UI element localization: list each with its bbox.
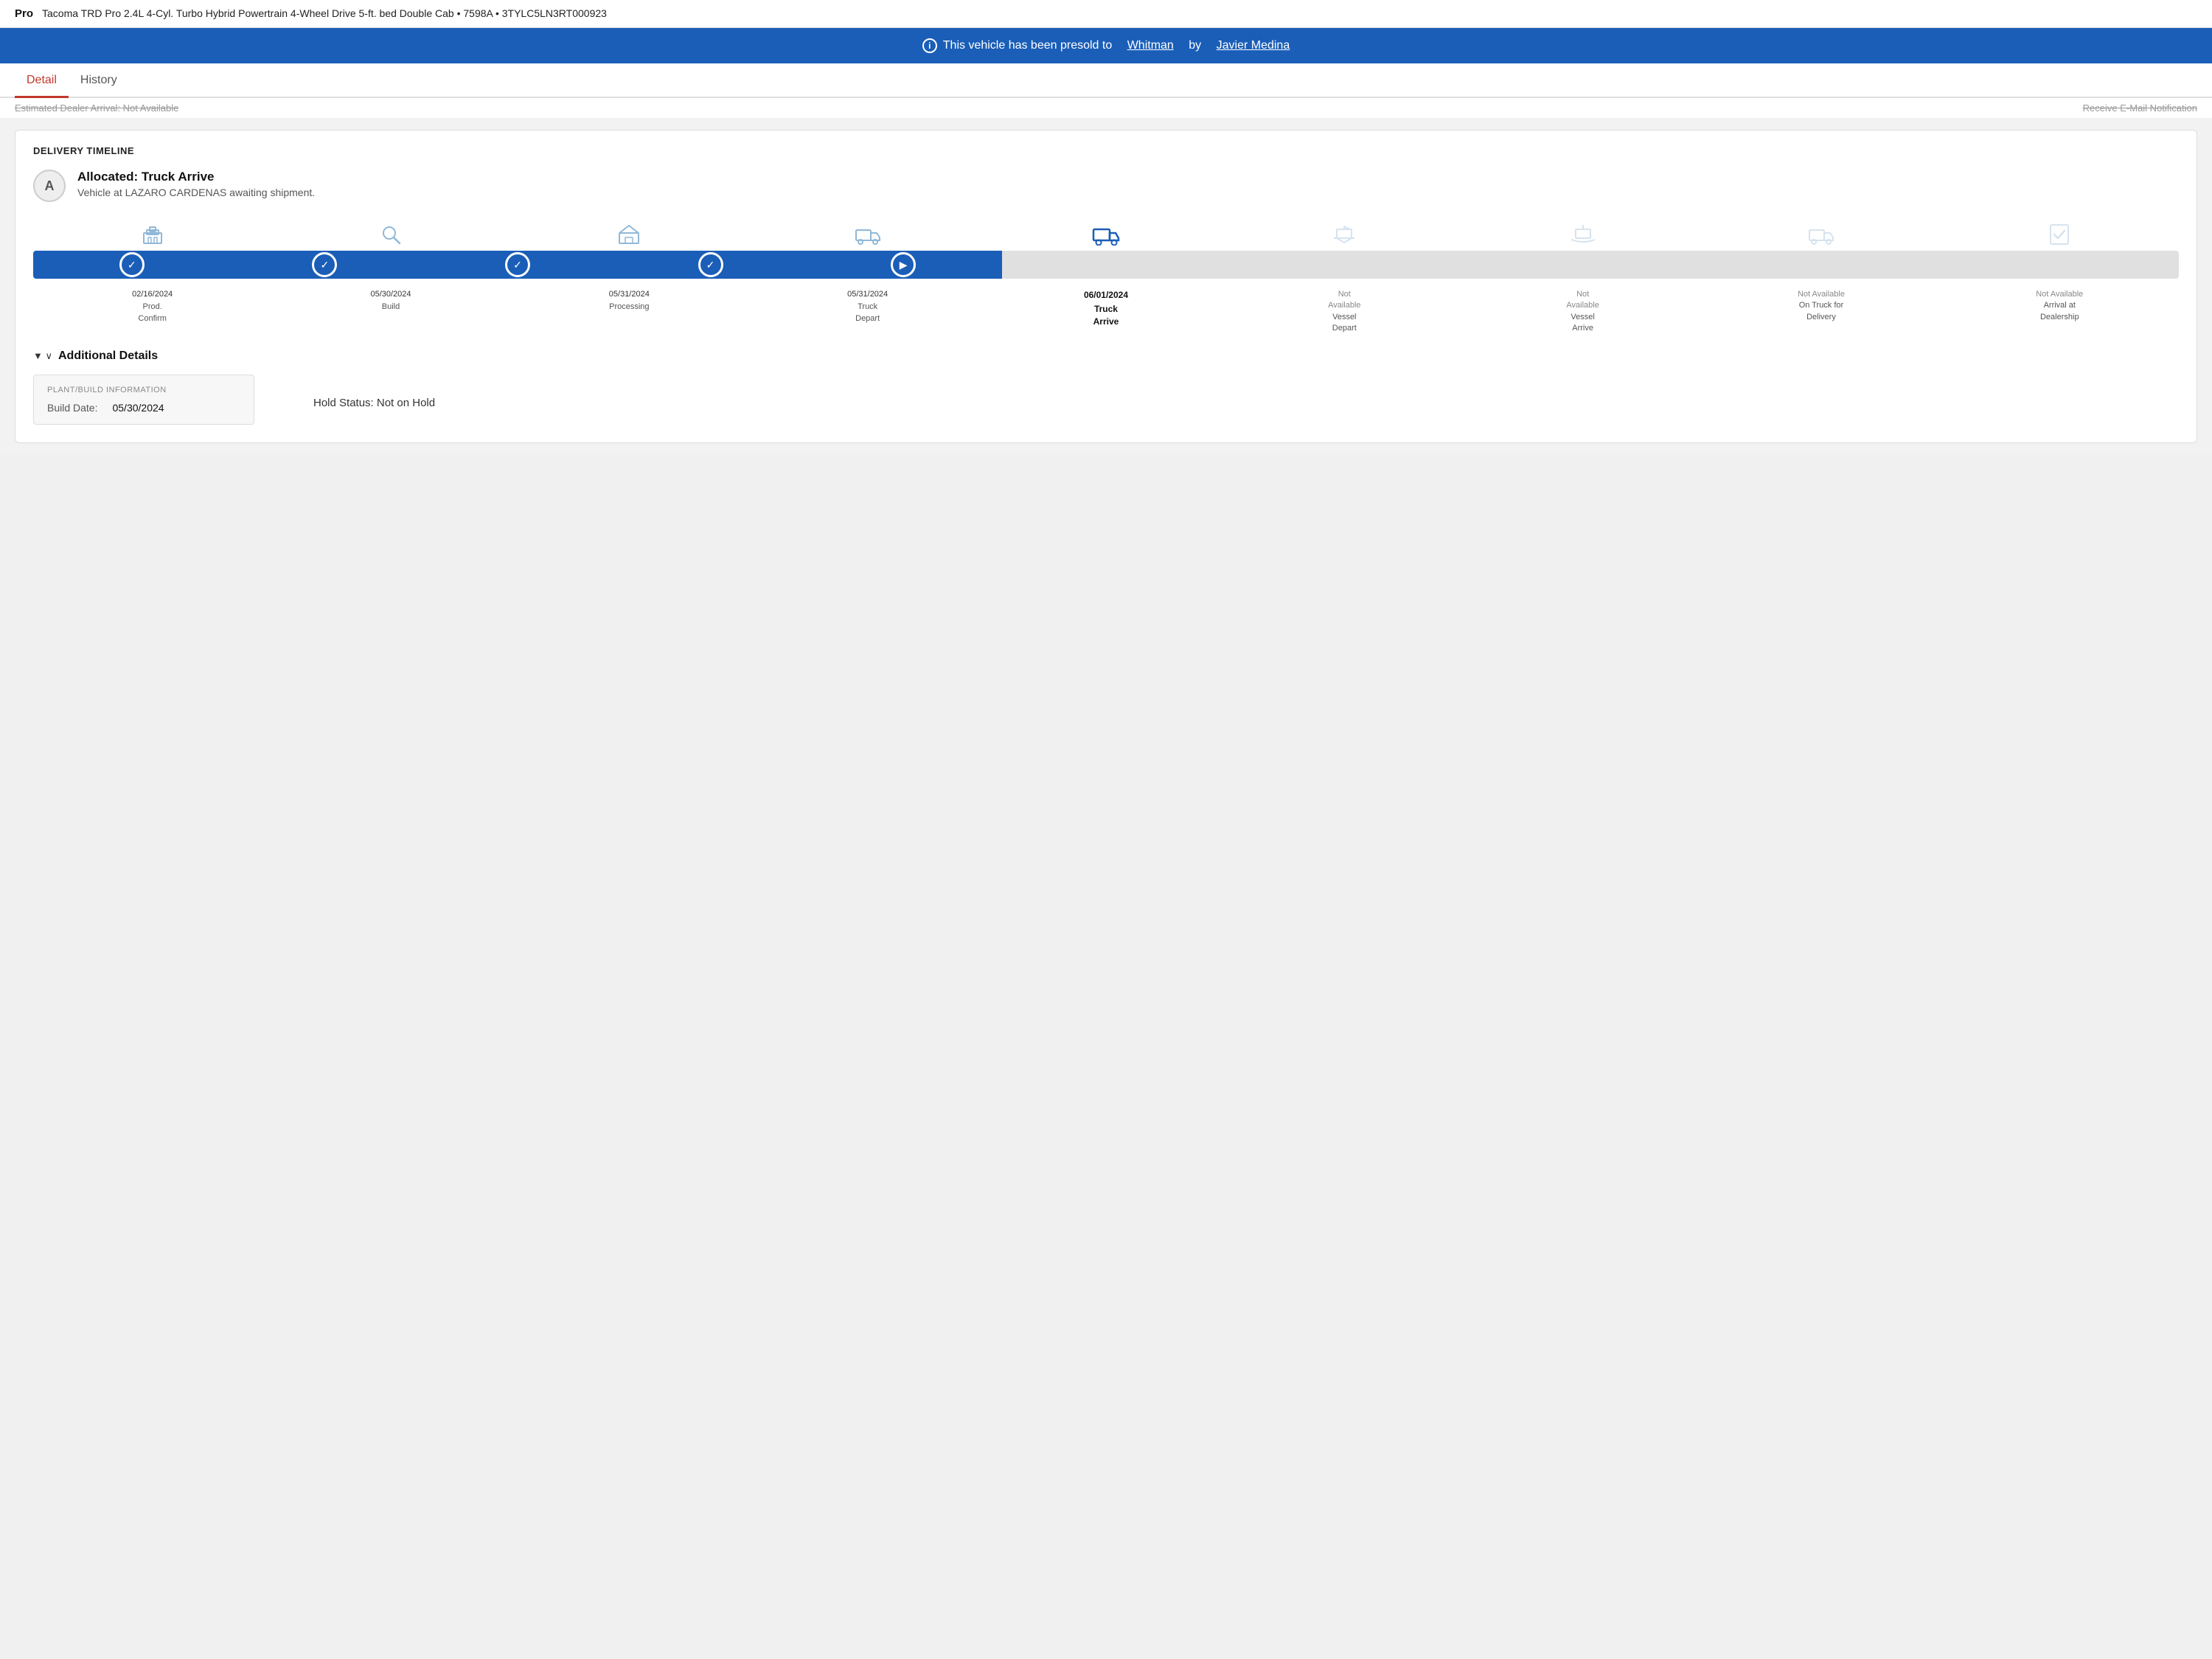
play-circle: ▶: [891, 252, 916, 277]
seller-link[interactable]: Javier Medina: [1217, 39, 1290, 52]
step-8-date: Not Available: [1798, 290, 1845, 299]
step-label-4: 05/31/2024 TruckDepart: [748, 289, 987, 324]
tab-history[interactable]: History: [69, 63, 129, 98]
step-label-6: NotAvailable VesselDepart: [1225, 289, 1464, 335]
plant-build-box: PLANT/BUILD INFORMATION Build Date: 05/3…: [33, 375, 254, 425]
step-6-date: NotAvailable: [1328, 290, 1360, 310]
vessel-arrive-icon: [1565, 220, 1601, 249]
step-icon-4: [748, 220, 987, 251]
step-icon-1: [33, 220, 271, 251]
step-9-name: Arrival atDealership: [1942, 300, 2177, 323]
truck-arrive-icon: [1088, 220, 1124, 249]
dealership-check-icon: [2042, 220, 2077, 249]
step-icon-8: [1702, 220, 1940, 251]
status-text: Allocated: Truck Arrive Vehicle at LAZAR…: [77, 170, 315, 198]
step-6-name: VesselDepart: [1227, 312, 1462, 335]
step-9-date: Not Available: [2036, 290, 2083, 299]
check-circle-1: ✓: [119, 252, 145, 277]
progress-empty: [1002, 251, 2179, 279]
tab-detail[interactable]: Detail: [15, 63, 69, 98]
pro-label: Pro: [15, 7, 33, 20]
build-date-value: 05/30/2024: [112, 402, 164, 414]
vehicle-title: Tacoma TRD Pro 2.4L 4-Cyl. Turbo Hybrid …: [42, 7, 607, 19]
step-5-name: TruckArrive: [988, 303, 1223, 328]
presold-banner: i This vehicle has been presold to Whitm…: [0, 28, 2212, 63]
step-icon-2: [271, 220, 509, 251]
step-4-date: 05/31/2024: [750, 289, 985, 300]
step-7-name: VesselArrive: [1465, 312, 1700, 335]
step-3-date: 05/31/2024: [512, 289, 747, 300]
top-header: Pro Tacoma TRD Pro 2.4L 4-Cyl. Turbo Hyb…: [0, 0, 2212, 28]
timeline-icons: [33, 220, 2179, 251]
step-icon-6: [1225, 220, 1464, 251]
step-1-name: Prod.Confirm: [35, 302, 270, 324]
timeline-card: DELIVERY TIMELINE A Allocated: Truck Arr…: [15, 130, 2197, 443]
strikethrough-left: Estimated Dealer Arrival: Not Available: [15, 102, 178, 114]
timeline-section-label: DELIVERY TIMELINE: [33, 145, 2179, 156]
plant-section-label: PLANT/BUILD INFORMATION: [47, 386, 240, 394]
additional-details-header[interactable]: ▼ ∨ Additional Details: [33, 349, 2179, 363]
step-label-9: Not Available Arrival atDealership: [1941, 289, 2179, 323]
hold-status: Hold Status: Not on Hold: [313, 375, 435, 409]
additional-details: ▼ ∨ Additional Details PLANT/BUILD INFOR…: [33, 349, 2179, 425]
inspect-icon: [373, 220, 408, 249]
collapse-arrows: ▼ ∨: [33, 350, 52, 362]
step-label-1: 02/16/2024 Prod.Confirm: [33, 289, 271, 324]
truck-depart-icon: [850, 220, 886, 249]
step-icon-7: [1464, 220, 1702, 251]
status-circle: A: [33, 170, 66, 202]
step-label-3: 05/31/2024 Processing: [510, 289, 748, 313]
step-icon-3: [510, 220, 748, 251]
status-row: A Allocated: Truck Arrive Vehicle at LAZ…: [33, 170, 2179, 202]
step-icon-5: [987, 220, 1225, 251]
step-3-name: Processing: [512, 302, 747, 313]
step-1-date: 02/16/2024: [35, 289, 270, 300]
additional-details-title: Additional Details: [58, 349, 158, 363]
strikethrough-right: Receive E-Mail Notification: [2083, 102, 2197, 114]
main-content: DELIVERY TIMELINE A Allocated: Truck Arr…: [0, 118, 2212, 455]
step-7-date: NotAvailable: [1566, 290, 1599, 310]
info-icon: i: [922, 38, 937, 53]
presold-text: This vehicle has been presold to: [943, 39, 1112, 52]
step-8-name: On Truck forDelivery: [1703, 300, 1938, 323]
tabs-row: Detail History: [0, 63, 2212, 98]
build-date-row: Build Date: 05/30/2024: [47, 402, 240, 414]
status-title: Allocated: Truck Arrive: [77, 170, 315, 184]
info-row: Estimated Dealer Arrival: Not Available …: [0, 98, 2212, 118]
check-circle-3: ✓: [505, 252, 530, 277]
step-4-name: TruckDepart: [750, 302, 985, 324]
warehouse-icon: [611, 220, 647, 249]
progress-bar: ✓ ✓ ✓ ✓ ▶: [33, 251, 2179, 279]
step-label-2: 05/30/2024 Build: [271, 289, 509, 313]
step-label-5: 06/01/2024 TruckArrive: [987, 289, 1225, 327]
check-circle-4: ✓: [698, 252, 723, 277]
step-2-date: 05/30/2024: [273, 289, 508, 300]
build-date-label: Build Date:: [47, 402, 97, 414]
step-icon-9: [1941, 220, 2179, 251]
step-2-name: Build: [273, 302, 508, 313]
progress-filled: ✓ ✓ ✓ ✓ ▶: [33, 251, 1002, 279]
labels-row: 02/16/2024 Prod.Confirm 05/30/2024 Build…: [33, 289, 2179, 335]
presold-by: by: [1189, 39, 1201, 52]
step-label-8: Not Available On Truck forDelivery: [1702, 289, 1940, 323]
factory-icon: [135, 220, 170, 249]
status-desc: Vehicle at LAZARO CARDENAS awaiting ship…: [77, 187, 315, 198]
vessel-depart-icon: [1326, 220, 1362, 249]
delivery-truck-icon: [1804, 220, 1839, 249]
check-circle-2: ✓: [312, 252, 337, 277]
buyer-link[interactable]: Whitman: [1127, 39, 1174, 52]
step-5-date: 06/01/2024: [988, 289, 1223, 302]
step-label-7: NotAvailable VesselArrive: [1464, 289, 1702, 335]
